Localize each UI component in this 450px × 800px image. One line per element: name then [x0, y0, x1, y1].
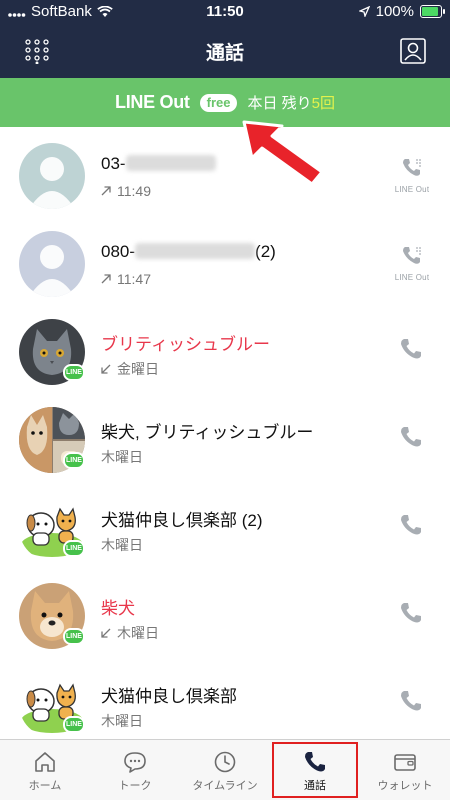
lineout-label: LINE Out: [394, 273, 430, 282]
tab-calls[interactable]: 通話: [270, 740, 360, 800]
lineout-logo: LINE Out: [115, 92, 190, 112]
call-history-row[interactable]: LINE 犬猫仲良し倶楽部 木曜日: [0, 655, 450, 739]
status-bar: SoftBank 11:50 100%: [0, 0, 450, 24]
annotation-arrow-icon: [242, 120, 324, 186]
nav-header: 通話: [0, 24, 450, 78]
call-history-row[interactable]: 03- 11:49 LINE Out: [0, 127, 450, 215]
redacted-number: [135, 243, 256, 259]
contact-card-icon[interactable]: [400, 38, 426, 64]
tab-label: ホーム: [28, 780, 62, 792]
line-badge: LINE: [63, 452, 85, 469]
call-detail: 木曜日: [101, 447, 143, 467]
line-badge: LINE: [63, 364, 85, 381]
home-icon: [35, 752, 55, 772]
phone-number-prefix: 080-: [101, 242, 136, 261]
page-title: 通話: [205, 43, 244, 64]
call-history-list[interactable]: 03- 11:49 LINE Out 080- (2) 11:47 LINE O…: [0, 127, 450, 739]
contact-name: 犬猫仲良し倶楽部 (2): [101, 511, 263, 530]
remaining-calls: 本日 残り5回: [247, 92, 335, 113]
call-time: 11:49: [117, 183, 151, 199]
call-detail: 木曜日: [101, 535, 143, 555]
lineout-call-button[interactable]: LINE Out: [392, 245, 432, 282]
incoming-call-icon: [101, 364, 111, 374]
call-history-row[interactable]: LINE 柴犬, ブリティッシュブルー 木曜日: [0, 391, 450, 479]
call-detail: 木曜日: [101, 711, 143, 731]
phone-icon[interactable]: [398, 600, 424, 626]
lineout-call-button[interactable]: LINE Out: [392, 157, 432, 194]
call-count: (2): [255, 242, 276, 261]
contact-name: 03-: [101, 154, 216, 174]
lineout-phone-icon: [403, 159, 421, 176]
call-detail: 木曜日: [101, 623, 159, 643]
contact-name: 080- (2): [101, 242, 276, 262]
battery-fill: [422, 7, 438, 16]
clock-icon: [214, 751, 236, 773]
call-day: 木曜日: [101, 537, 143, 553]
incoming-call-icon: [101, 628, 111, 638]
call-detail: 金曜日: [101, 359, 159, 379]
tab-talk[interactable]: トーク: [90, 740, 180, 800]
call-detail: 11:49: [101, 183, 151, 199]
person-placeholder-icon: [29, 245, 75, 297]
phone-icon[interactable]: [398, 688, 424, 714]
phone-number-prefix: 03-: [101, 154, 126, 173]
person-placeholder-icon: [29, 157, 75, 209]
outgoing-call-icon: [101, 274, 111, 284]
lineout-label: LINE Out: [394, 185, 430, 194]
battery-icon: [420, 5, 445, 18]
call-history-row[interactable]: LINE 犬猫仲良し倶楽部 (2) 木曜日: [0, 479, 450, 567]
call-detail: 11:47: [101, 271, 151, 287]
lineout-free-banner[interactable]: LINE Out free 本日 残り5回: [0, 78, 450, 127]
phone-icon[interactable]: [398, 424, 424, 450]
remaining-prefix: 本日 残り: [247, 95, 312, 112]
call-history-row[interactable]: LINE ブリティッシュブルー 金曜日: [0, 303, 450, 391]
call-history-row[interactable]: LINE 柴犬 木曜日: [0, 567, 450, 655]
tab-label: ウォレット: [377, 780, 433, 792]
contact-name: 柴犬, ブリティッシュブルー: [101, 423, 314, 442]
avatar: [19, 231, 85, 297]
call-time: 11:47: [117, 271, 151, 287]
outgoing-call-icon: [101, 186, 111, 196]
phone-icon[interactable]: [398, 336, 424, 362]
tab-label: トーク: [118, 780, 152, 792]
call-day: 金曜日: [117, 361, 159, 377]
location-arrow-icon: [358, 6, 370, 17]
call-day: 木曜日: [101, 449, 143, 465]
call-day: 木曜日: [117, 625, 159, 641]
contact-name: ブリティッシュブルー: [101, 335, 270, 354]
lineout-phone-icon: [403, 247, 421, 264]
tab-highlight-box: [272, 742, 358, 798]
call-history-row[interactable]: 080- (2) 11:47 LINE Out: [0, 215, 450, 303]
phone-icon[interactable]: [398, 512, 424, 538]
tab-home[interactable]: ホーム: [0, 740, 90, 800]
contact-name: 柴犬: [101, 599, 135, 618]
tab-bar: ホーム トーク タイムライン 通話 ウォレット: [0, 739, 450, 800]
tab-timeline[interactable]: タイムライン: [180, 740, 270, 800]
free-badge: free: [199, 93, 238, 112]
chat-icon: [124, 752, 146, 773]
wallet-icon: [394, 754, 416, 771]
avatar: [19, 143, 85, 209]
remaining-count: 5回: [311, 95, 335, 112]
line-badge: LINE: [63, 540, 85, 557]
tab-wallet[interactable]: ウォレット: [360, 740, 450, 800]
call-day: 木曜日: [101, 713, 143, 729]
battery-percent: 100%: [375, 3, 414, 20]
status-right: 100%: [358, 3, 445, 20]
line-badge: LINE: [63, 716, 85, 733]
line-badge: LINE: [63, 628, 85, 645]
contact-name: 犬猫仲良し倶楽部: [101, 687, 237, 706]
redacted-number: [125, 155, 216, 171]
tab-label: タイムライン: [192, 780, 258, 792]
